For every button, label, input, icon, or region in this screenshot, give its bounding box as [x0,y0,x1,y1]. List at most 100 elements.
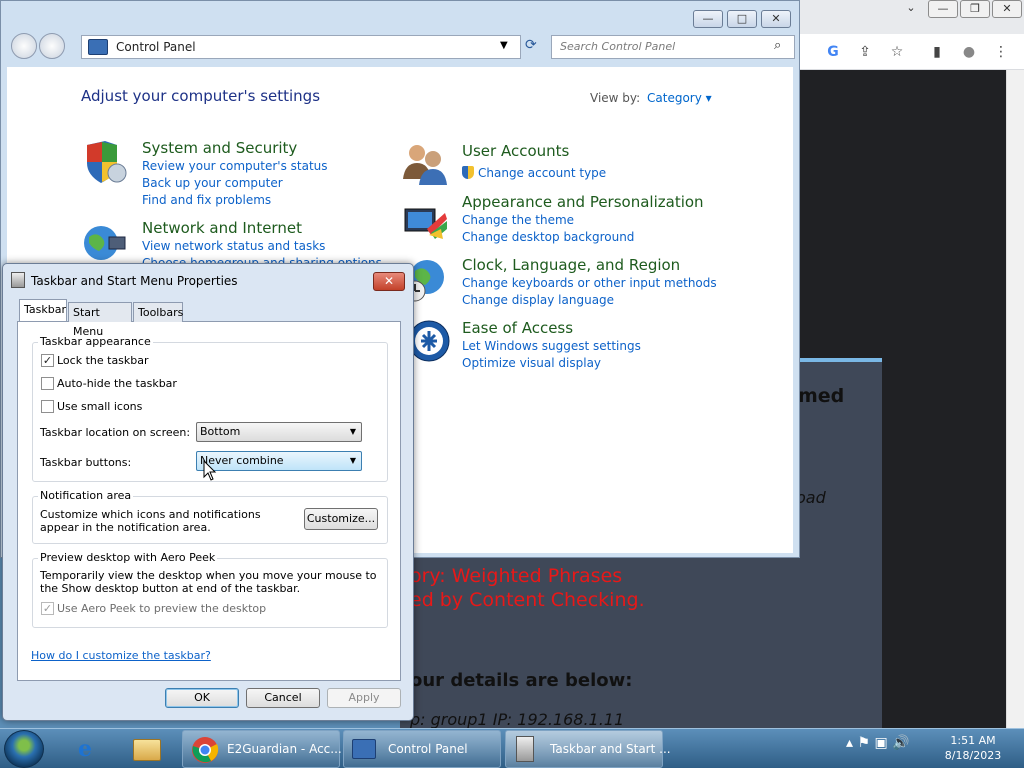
tab-start-menu[interactable]: Start Menu [68,302,132,338]
location-value: Bottom [200,425,241,438]
forward-button[interactable] [39,33,65,59]
minimize-button[interactable]: — [693,10,723,28]
back-button[interactable] [11,33,37,59]
address-bar[interactable]: Control Panel ▼ [81,35,521,59]
apply-button[interactable]: Apply [327,688,401,708]
chevron-down-icon: ▼ [349,427,356,436]
location-select[interactable]: Bottom ▼ [196,422,362,442]
google-icon[interactable]: G [824,43,842,61]
buttons-label: Taskbar buttons: [40,456,132,469]
chrome-scrollbar[interactable] [1006,70,1024,730]
small-icons-label[interactable]: Use small icons [57,400,142,413]
task-e2guardian[interactable]: E2Guardian - Acc... [182,730,342,768]
file-explorer-icon[interactable] [120,731,170,767]
autohide-label[interactable]: Auto-hide the taskbar [57,377,177,390]
clock-date: 8/18/2023 [944,749,1002,762]
customize-button[interactable]: Customize... [304,508,378,530]
sidepanel-icon[interactable]: ▮ [928,43,946,61]
blocked-heading: med [798,385,845,407]
network-globe-icon [84,226,126,260]
maximize-button[interactable]: □ [727,10,757,28]
clock-time: 1:51 AM [950,734,996,747]
notification-text: Customize which icons and notifications … [40,508,261,534]
blocked-reason-line1: ory: Weighted Phrases [410,565,623,587]
chrome-minimize-button[interactable]: — [928,0,958,18]
share-icon[interactable]: ⇪ [856,43,874,61]
small-icons-checkbox[interactable] [41,400,54,413]
taskbar-properties-dialog: Taskbar and Start Menu Properties ✕ Task… [2,263,414,721]
taskbar-properties-icon [516,736,534,762]
ease-of-access-link[interactable]: Ease of Access [462,319,573,337]
optimize-display-link[interactable]: Optimize visual display [462,356,601,370]
breadcrumb[interactable]: Control Panel [116,40,196,54]
tab-toolbars[interactable]: Toolbars [133,302,183,322]
search-input[interactable]: Search Control Panel [560,40,675,53]
appearance-icon [404,208,447,239]
help-link[interactable]: How do I customize the taskbar? [31,649,211,662]
user-accounts-link[interactable]: User Accounts [462,142,569,160]
control-panel-icon [352,739,376,759]
chrome-toolbar: G ⇪ ☆ ▮ ● ⋮ [780,34,1024,70]
aero-peek-text: Temporarily view the desktop when you mo… [40,569,377,595]
review-status-link[interactable]: Review your computer's status [142,159,328,173]
change-background-link[interactable]: Change desktop background [462,230,634,244]
windows-suggest-link[interactable]: Let Windows suggest settings [462,339,641,353]
lock-taskbar-checkbox[interactable]: ✓ [41,354,54,367]
blocked-reason-line2: ed by Content Checking. [410,589,645,611]
star-icon[interactable]: ☆ [888,43,906,61]
cancel-button[interactable]: Cancel [246,688,320,708]
change-language-link[interactable]: Change display language [462,293,614,307]
appearance-link[interactable]: Appearance and Personalization [462,193,704,211]
network-internet-link[interactable]: Network and Internet [142,219,302,237]
tab-taskbar[interactable]: Taskbar [19,299,67,321]
network-status-link[interactable]: View network status and tasks [142,239,325,253]
windows-taskbar: e E2Guardian - Acc... Control Panel Task… [0,728,1024,768]
clock-region-link[interactable]: Clock, Language, and Region [462,256,680,274]
task-taskbar-properties[interactable]: Taskbar and Start ... [505,730,671,768]
autohide-checkbox[interactable] [41,377,54,390]
chrome-restore-button[interactable]: ❐ [960,0,990,18]
clock[interactable]: 1:51 AM 8/18/2023 [938,733,1008,763]
aero-peek-checkbox-label[interactable]: Use Aero Peek to preview the desktop [57,602,266,615]
lock-taskbar-label[interactable]: Lock the taskbar [57,354,149,367]
change-theme-link[interactable]: Change the theme [462,213,574,227]
chrome-close-button[interactable]: ✕ [992,0,1022,18]
blocked-details-heading: our details are below: [410,670,633,691]
close-button[interactable]: ✕ [761,10,791,28]
aero-peek-checkbox[interactable]: ✓ [41,602,54,615]
view-by-label: View by: [590,91,641,105]
chrome-titlebar: ⌄ — ❐ ✕ [780,0,1024,34]
task-label: Control Panel [388,742,468,756]
view-by-dropdown[interactable]: Category ▾ [647,91,712,105]
control-panel-icon [88,39,108,55]
dialog-title: Taskbar and Start Menu Properties [31,274,238,288]
search-box[interactable]: Search Control Panel ⌕ [551,35,795,59]
start-button[interactable] [4,730,44,768]
menu-icon[interactable]: ⋮ [992,43,1010,61]
taskbar-properties-icon [11,272,25,288]
tab-search-icon[interactable]: ⌄ [896,0,926,18]
address-dropdown-icon[interactable]: ▼ [500,40,508,51]
mouse-cursor-icon [203,460,217,481]
taskbar-tab-panel: Taskbar appearance ✓ Lock the taskbar Au… [17,321,401,681]
task-label: Taskbar and Start ... [550,742,671,756]
internet-explorer-icon[interactable]: e [60,731,110,767]
dialog-close-button[interactable]: ✕ [373,272,405,291]
backup-link[interactable]: Back up your computer [142,176,283,190]
profile-icon[interactable]: ● [960,43,978,61]
refresh-icon[interactable]: ⟳ [525,37,537,53]
navigation-bar: Control Panel ▼ ⟳ Search Control Panel ⌕ [7,33,795,63]
aero-peek-label: Preview desktop with Aero Peek [38,551,218,564]
system-security-link[interactable]: System and Security [142,139,297,157]
user-accounts-icon [403,145,447,185]
find-fix-link[interactable]: Find and fix problems [142,193,271,207]
shield-icon [87,141,127,183]
taskbar-buttons-select[interactable]: Never combine ▼ [196,451,362,471]
ok-button[interactable]: OK [165,688,239,708]
task-control-panel[interactable]: Control Panel [343,730,501,768]
search-icon[interactable]: ⌕ [774,38,781,53]
system-tray-icons[interactable]: ▴ ⚑ ▣ 🔊 [846,735,910,751]
change-keyboards-link[interactable]: Change keyboards or other input methods [462,276,717,290]
uac-shield-icon [462,166,474,179]
change-account-type-link[interactable]: Change account type [478,166,606,180]
